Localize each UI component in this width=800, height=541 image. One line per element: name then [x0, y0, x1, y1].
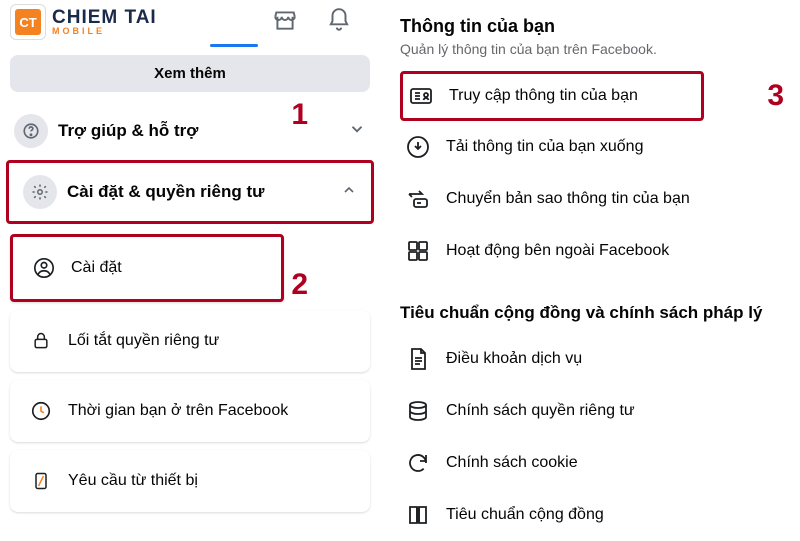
download-icon: [404, 133, 432, 161]
off-fb-activity-row[interactable]: Hoạt động bên ngoài Facebook: [400, 225, 780, 277]
step-marker-2: 2: [291, 268, 308, 302]
access-your-info-label: Truy cập thông tin của bạn: [449, 87, 638, 105]
download-info-row[interactable]: Tải thông tin của bạn xuống: [400, 121, 780, 173]
transfer-copy-row[interactable]: Chuyển bản sao thông tin của bạn: [400, 173, 780, 225]
left-panel: CT CHIEM TAI MOBILE Xem thêm Trợ giúp & …: [0, 0, 380, 500]
cookie-policy-row[interactable]: Chính sách cookie: [400, 437, 780, 489]
right-panel: Thông tin của bạn Quản lý thông tin của …: [380, 0, 800, 500]
transfer-copy-label: Chuyển bản sao thông tin của bạn: [446, 190, 690, 208]
logo-text: CHIEM TAI MOBILE: [52, 8, 157, 36]
document-icon: [404, 345, 432, 373]
id-card-icon: [407, 82, 435, 110]
tos-row[interactable]: Điều khoản dịch vụ: [400, 333, 780, 385]
person-circle-icon: [27, 251, 61, 285]
privacy-shortcut-row[interactable]: Lối tắt quyền riêng tư: [10, 310, 370, 372]
device-requests-row[interactable]: Yêu cầu từ thiết bị: [10, 450, 370, 512]
help-support-row[interactable]: Trợ giúp & hỗ trợ 1: [0, 102, 380, 160]
privacy-policy-row[interactable]: Chính sách quyền riêng tư: [400, 385, 780, 437]
gear-icon: [23, 175, 57, 209]
tos-label: Điều khoản dịch vụ: [446, 350, 582, 368]
cookie-policy-label: Chính sách cookie: [446, 454, 578, 472]
clock-icon: [24, 394, 58, 428]
stack-icon: [404, 397, 432, 425]
logo-line2: MOBILE: [52, 27, 157, 36]
settings-privacy-label: Cài đặt & quyền riêng tư: [67, 182, 264, 202]
logo-badge: CT: [10, 4, 46, 40]
transfer-icon: [404, 185, 432, 213]
marketplace-icon[interactable]: [272, 7, 298, 38]
chevron-down-icon: [348, 120, 366, 143]
device-requests-label: Yêu cầu từ thiết bị: [68, 472, 198, 490]
notification-icon[interactable]: [326, 7, 352, 38]
apps-icon: [404, 237, 432, 265]
your-info-title: Thông tin của bạn: [400, 16, 780, 37]
community-legal-title: Tiêu chuẩn cộng đồng và chính sách pháp …: [400, 303, 780, 323]
privacy-policy-label: Chính sách quyền riêng tư: [446, 402, 635, 420]
question-icon: [14, 114, 48, 148]
settings-label: Cài đặt: [71, 259, 122, 277]
top-bar: CT CHIEM TAI MOBILE: [0, 0, 380, 44]
settings-card[interactable]: Cài đặt: [10, 234, 284, 302]
off-fb-activity-label: Hoạt động bên ngoài Facebook: [446, 242, 669, 260]
settings-privacy-row[interactable]: Cài đặt & quyền riêng tư: [6, 160, 374, 224]
device-requests-card[interactable]: Yêu cầu từ thiết bị: [10, 450, 370, 512]
chevron-up-icon: [341, 182, 357, 203]
time-on-fb-label: Thời gian bạn ở trên Facebook: [68, 402, 288, 420]
see-more-button[interactable]: Xem thêm: [10, 55, 370, 92]
download-info-label: Tải thông tin của bạn xuống: [446, 138, 643, 156]
top-icons: [272, 7, 370, 38]
help-support-label: Trợ giúp & hỗ trợ: [58, 121, 198, 141]
community-standards-label: Tiêu chuẩn cộng đồng: [446, 506, 604, 524]
time-on-fb-row[interactable]: Thời gian bạn ở trên Facebook: [10, 380, 370, 442]
brand-logo: CT CHIEM TAI MOBILE: [10, 4, 157, 40]
device-icon: [24, 464, 58, 498]
book-icon: [404, 501, 432, 529]
refresh-icon: [404, 449, 432, 477]
time-on-fb-card[interactable]: Thời gian bạn ở trên Facebook: [10, 380, 370, 442]
privacy-shortcut-label: Lối tắt quyền riêng tư: [68, 332, 219, 350]
community-standards-row[interactable]: Tiêu chuẩn cộng đồng: [400, 489, 780, 541]
privacy-shortcut-card[interactable]: Lối tắt quyền riêng tư: [10, 310, 370, 372]
lock-icon: [24, 324, 58, 358]
your-info-subtitle: Quản lý thông tin của bạn trên Facebook.: [400, 41, 780, 57]
active-tab-indicator: [210, 44, 258, 47]
logo-badge-text: CT: [15, 9, 41, 35]
settings-row[interactable]: Cài đặt: [13, 237, 281, 299]
step-marker-1: 1: [291, 98, 308, 132]
access-your-info-row[interactable]: Truy cập thông tin của bạn: [400, 71, 704, 121]
logo-line1: CHIEM TAI: [52, 8, 157, 27]
step-marker-3: 3: [767, 79, 784, 113]
